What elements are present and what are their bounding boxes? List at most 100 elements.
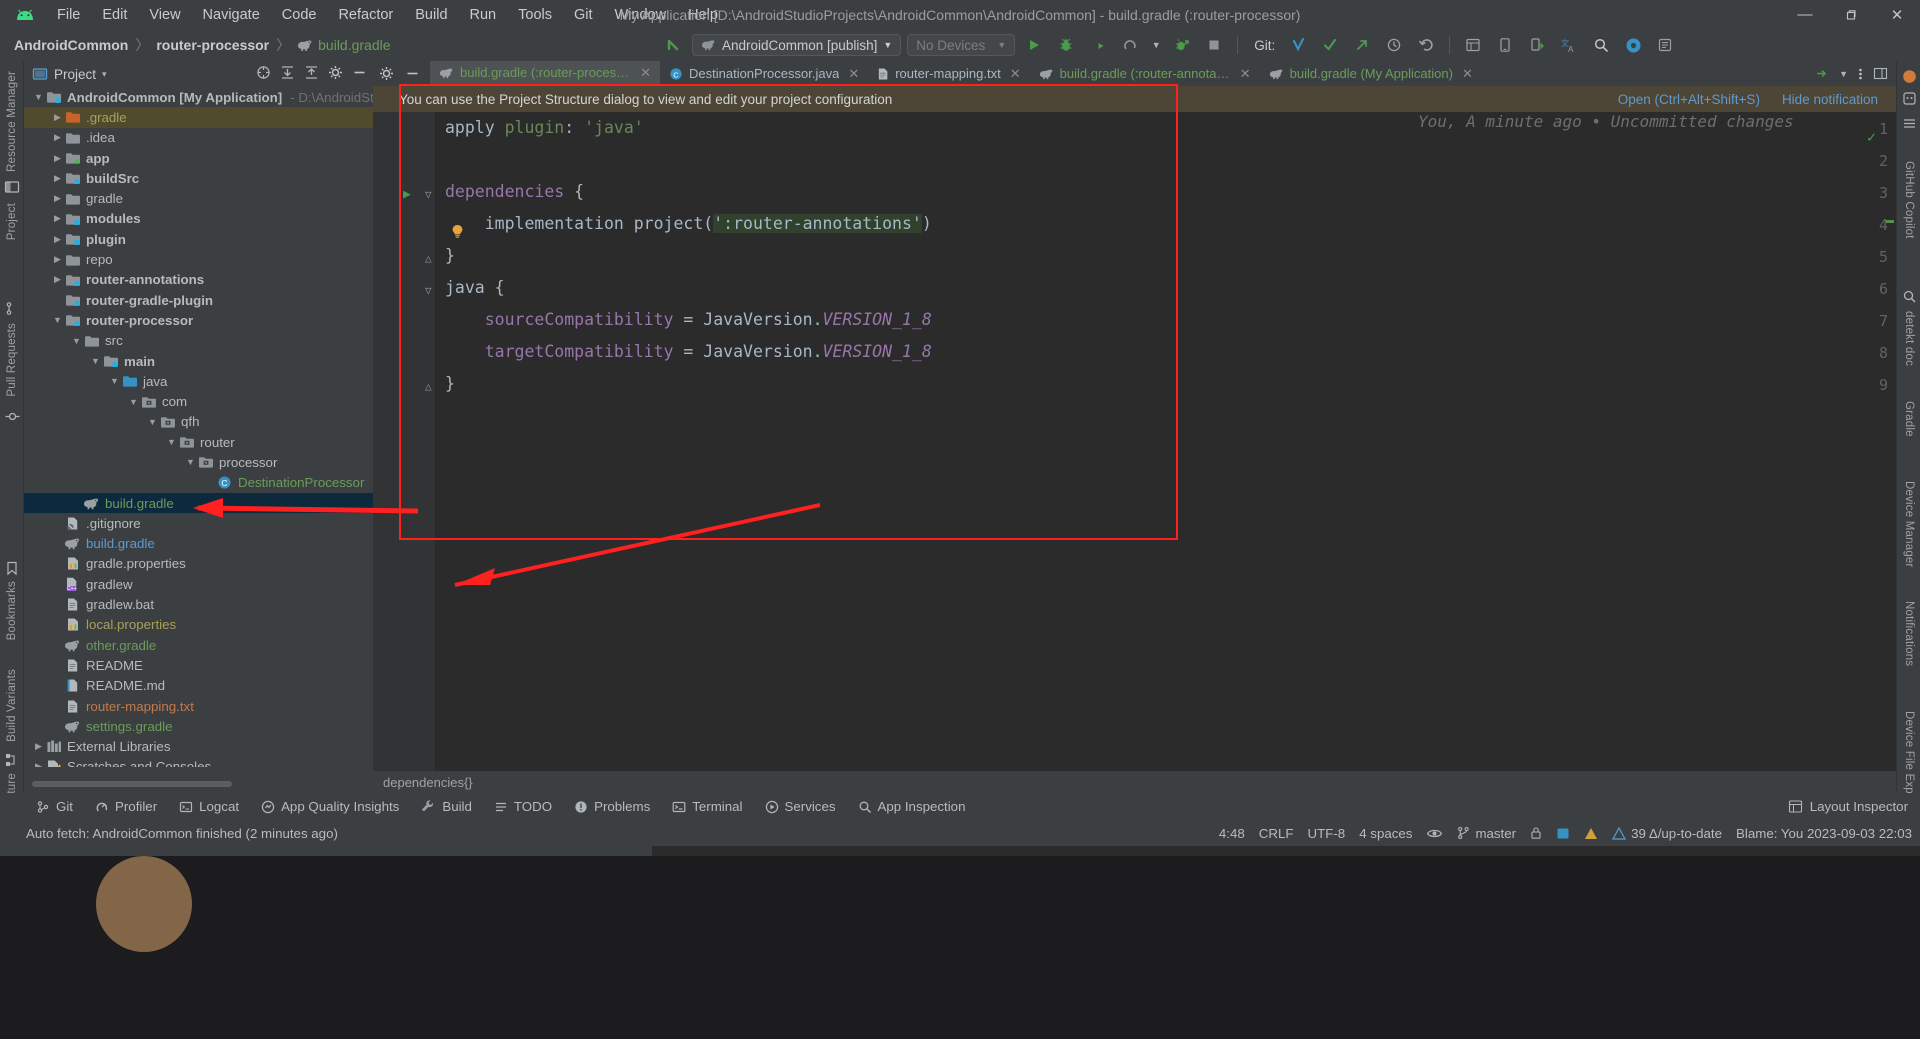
tree-row--idea[interactable]: ▶ .idea	[24, 128, 373, 148]
tree-row-router-mapping-txt[interactable]: ▶router-mapping.txt	[24, 696, 373, 716]
chevron-down-icon[interactable]: ▼	[165, 436, 178, 449]
stripe-detekt-icon[interactable]	[1899, 289, 1919, 304]
menu-tools[interactable]: Tools	[507, 4, 563, 26]
tree-row-router-gradle-plugin[interactable]: ▶router-gradle-plugin	[24, 290, 373, 310]
fold-marker-open-icon[interactable]: ▽	[425, 188, 432, 201]
layout-inspector-label[interactable]: Layout Inspector	[1810, 799, 1908, 814]
editor-tab-build-gradle-router-processor-[interactable]: build.gradle (:router-processor) ✕	[430, 61, 660, 86]
bottom-item-git[interactable]: Git	[26, 796, 83, 817]
tree-row-build-gradle[interactable]: ▶build.gradle	[24, 492, 373, 514]
code-line[interactable]: }	[435, 240, 1896, 272]
history-button[interactable]	[1381, 33, 1407, 57]
tree-row-androidcommon-my-application-[interactable]: ▼ AndroidCommon [My Application] - D:\Andr…	[24, 87, 373, 107]
stripe-copilot[interactable]: GitHub Copilot	[1899, 161, 1919, 239]
notification-hide-link[interactable]: Hide notification	[1782, 92, 1878, 107]
collapse-all-icon[interactable]	[304, 65, 319, 80]
run-with-coverage-button[interactable]	[1085, 33, 1111, 57]
editor-tab-destinationprocessor-java[interactable]: C DestinationProcessor.java ✕	[660, 61, 869, 86]
line-separator[interactable]: CRLF	[1259, 826, 1294, 841]
stripe-device-manager[interactable]: Device Manager	[1899, 481, 1919, 568]
code-line[interactable]: sourceCompatibility = JavaVersion.VERSIO…	[435, 304, 1896, 336]
tree-row-com[interactable]: ▼ com	[24, 391, 373, 411]
code-line[interactable]: dependencies {	[435, 176, 1896, 208]
menu-refactor[interactable]: Refactor	[327, 4, 404, 26]
more-options-icon[interactable]	[1858, 66, 1863, 82]
chevron-right-icon[interactable]: ▶	[51, 253, 64, 266]
inspection-ok-icon[interactable]: ✓	[1867, 128, 1876, 146]
tree-row-qfh[interactable]: ▼ qfh	[24, 412, 373, 432]
run-gutter-icon[interactable]: ▶	[403, 187, 411, 202]
inspections-status[interactable]: 39 Δ/up-to-date	[1612, 826, 1722, 841]
fold-marker-close-icon[interactable]: △	[425, 252, 432, 265]
tree-row-repo[interactable]: ▶ repo	[24, 249, 373, 269]
tree-row-router-annotations[interactable]: ▶ router-annotations	[24, 270, 373, 290]
bottom-item-services[interactable]: Services	[755, 796, 846, 817]
stripe-build-variants[interactable]: Build Variants	[2, 669, 22, 742]
stripe-bookmarks[interactable]: Bookmarks	[2, 581, 22, 640]
editor-tab-close-icon[interactable]: ✕	[1462, 66, 1473, 82]
stripe-structure-icon[interactable]	[2, 753, 22, 767]
indent-setting[interactable]: 4 spaces	[1359, 826, 1412, 841]
chevron-right-icon[interactable]: ▶	[51, 212, 64, 225]
tree-row-app[interactable]: ▶ app	[24, 148, 373, 168]
tree-row-external-libraries[interactable]: ▶ External Libraries	[24, 737, 373, 757]
chevron-right-icon[interactable]: ▶	[51, 273, 64, 286]
run-configuration-selector[interactable]: AndroidCommon [publish] ▼	[692, 34, 902, 56]
bottom-item-logcat[interactable]: Logcat	[169, 796, 249, 817]
breadcrumb-module[interactable]: router-processor	[156, 37, 269, 53]
stripe-pull-requests[interactable]: Pull Requests	[2, 323, 22, 397]
chevron-right-icon[interactable]: ▶	[51, 192, 64, 205]
project-tree[interactable]: ▼ AndroidCommon [My Application] - D:\Andr…	[24, 87, 373, 767]
settings-gear-icon[interactable]	[379, 66, 394, 81]
tree-row-gradle-properties[interactable]: ▶gradle.properties	[24, 554, 373, 574]
run-button[interactable]	[1021, 33, 1047, 57]
code-line[interactable]	[435, 144, 1896, 176]
bottom-item-profiler[interactable]: Profiler	[85, 796, 167, 817]
search-button[interactable]	[1588, 33, 1614, 57]
project-tree-scrollbar[interactable]	[32, 781, 232, 787]
tree-row--gradle[interactable]: ▶ .gradle	[24, 107, 373, 128]
git-push-button[interactable]	[1349, 33, 1375, 57]
menu-build[interactable]: Build	[404, 4, 458, 26]
tree-row-main[interactable]: ▼ main	[24, 351, 373, 371]
menu-run[interactable]: Run	[459, 4, 508, 26]
editor-tab-close-icon[interactable]: ✕	[1010, 66, 1021, 82]
memory-indicator[interactable]	[1556, 827, 1570, 840]
maximize-button[interactable]	[1828, 0, 1874, 29]
device-selector[interactable]: No Devices ▼	[907, 34, 1016, 56]
hide-icon[interactable]	[405, 66, 420, 81]
chevron-right-icon[interactable]: ▶	[51, 172, 64, 185]
tree-row--gitignore[interactable]: ▶.gitignore	[24, 513, 373, 533]
chevron-down-icon[interactable]: ▼	[146, 415, 159, 428]
select-opened-file-icon[interactable]	[256, 65, 271, 80]
breadcrumb-file[interactable]: build.gradle	[318, 37, 390, 53]
intention-bulb-icon[interactable]	[451, 224, 464, 238]
code-line[interactable]: targetCompatibility = JavaVersion.VERSIO…	[435, 336, 1896, 368]
warnings-indicator[interactable]	[1584, 827, 1598, 840]
tree-row-java[interactable]: ▼ java	[24, 371, 373, 391]
stripe-notifications[interactable]: Notifications	[1899, 601, 1919, 666]
notification-open-link[interactable]: Open (Ctrl+Alt+Shift+S)	[1618, 92, 1760, 107]
notification-button[interactable]	[1652, 33, 1678, 57]
stop-button[interactable]	[1201, 33, 1227, 57]
chevron-down-icon[interactable]: ▼	[89, 355, 102, 368]
stripe-gradle-tasks-icon[interactable]	[1899, 116, 1919, 131]
caret-position[interactable]: 4:48	[1219, 826, 1245, 841]
stripe-project-icon[interactable]	[2, 179, 22, 195]
chevron-right-icon[interactable]: ▶	[32, 740, 45, 753]
chevron-right-icon[interactable]: ▶	[51, 111, 64, 124]
code-line[interactable]: implementation project(':router-annotati…	[435, 208, 1896, 240]
minimize-button[interactable]: —	[1782, 0, 1828, 29]
editor-bottom-breadcrumb[interactable]: dependencies{}	[373, 771, 1896, 793]
menu-edit[interactable]: Edit	[91, 4, 138, 26]
git-commit-button[interactable]	[1317, 33, 1343, 57]
chevron-down-icon[interactable]: ▼	[32, 91, 45, 104]
tree-row-scratches-and-consoles[interactable]: ▶ Scratches and Consoles	[24, 757, 373, 767]
editor-tab-close-icon[interactable]: ✕	[1240, 66, 1251, 82]
stripe-copilot-icon[interactable]	[1899, 69, 1919, 84]
chevron-down-icon[interactable]: ▼	[70, 334, 83, 347]
tree-row-src[interactable]: ▼ src	[24, 331, 373, 351]
blame-widget[interactable]: Blame: You 2023-09-03 22:03	[1736, 826, 1912, 841]
chevron-right-icon[interactable]: ▶	[32, 760, 45, 767]
chevron-down-icon[interactable]: ▼	[127, 395, 140, 408]
